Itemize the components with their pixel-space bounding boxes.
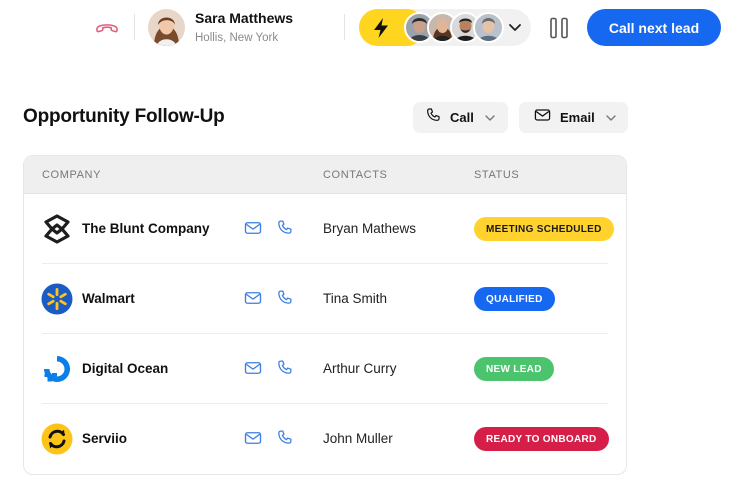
envelope-icon[interactable] xyxy=(244,290,262,311)
serviio-logo xyxy=(41,423,73,455)
agent-name: Sara Matthews xyxy=(195,10,294,26)
company-name[interactable]: Serviio xyxy=(82,431,127,446)
table-row[interactable]: Walmart Tina Smith QUALIFIED xyxy=(24,264,626,334)
divider xyxy=(134,14,135,40)
chevron-down-icon xyxy=(605,112,617,124)
page-title: Opportunity Follow-Up xyxy=(23,106,225,127)
table-row[interactable]: Serviio John Muller READY TO ONBOARD xyxy=(24,404,626,474)
phone-icon[interactable] xyxy=(276,359,293,381)
envelope-icon[interactable] xyxy=(244,430,262,451)
column-header-status[interactable]: STATUS xyxy=(474,169,519,181)
call-dropdown-button[interactable]: Call xyxy=(413,102,508,133)
walmart-logo xyxy=(41,283,73,315)
table-row[interactable]: Digital Ocean Arthur Curry NEW LEAD xyxy=(24,334,626,404)
phone-hangup-icon[interactable] xyxy=(94,17,120,37)
table-row[interactable]: The Blunt Company Bryan Mathews MEETING … xyxy=(24,194,626,264)
call-label: Call xyxy=(450,110,474,125)
company-name[interactable]: Walmart xyxy=(82,291,135,306)
phone-icon[interactable] xyxy=(276,289,293,311)
envelope-icon[interactable] xyxy=(244,220,262,241)
team-member-avatar[interactable] xyxy=(473,12,504,43)
opportunity-table: COMPANY CONTACTS STATUS The Blunt Compan… xyxy=(23,155,627,475)
company-name[interactable]: Digital Ocean xyxy=(82,361,168,376)
contact-name[interactable]: Bryan Mathews xyxy=(323,221,416,236)
pause-icon[interactable] xyxy=(547,16,571,40)
phone-icon xyxy=(425,107,441,128)
status-badge: NEW LEAD xyxy=(474,357,554,381)
phone-icon[interactable] xyxy=(276,219,293,241)
status-badge: MEETING SCHEDULED xyxy=(474,217,614,241)
digital-ocean-logo xyxy=(41,353,73,385)
chevron-down-icon[interactable] xyxy=(508,20,522,39)
email-dropdown-button[interactable]: Email xyxy=(519,102,628,133)
status-badge: READY TO ONBOARD xyxy=(474,427,609,451)
column-header-contacts[interactable]: CONTACTS xyxy=(323,169,387,181)
envelope-icon[interactable] xyxy=(244,360,262,381)
phone-icon[interactable] xyxy=(276,429,293,451)
company-name[interactable]: The Blunt Company xyxy=(82,221,210,236)
agent-location: Hollis, New York xyxy=(195,32,279,44)
contact-name[interactable]: Tina Smith xyxy=(323,291,387,306)
contact-name[interactable]: John Muller xyxy=(323,431,393,446)
chevron-down-icon xyxy=(484,112,496,124)
envelope-icon xyxy=(534,108,551,127)
column-header-company[interactable]: COMPANY xyxy=(42,169,101,181)
status-badge: QUALIFIED xyxy=(474,287,555,311)
email-label: Email xyxy=(560,110,595,125)
divider xyxy=(344,14,345,40)
agent-avatar[interactable] xyxy=(148,9,185,46)
call-next-lead-button[interactable]: Call next lead xyxy=(587,9,721,46)
contact-name[interactable]: Arthur Curry xyxy=(323,361,397,376)
team-selector[interactable] xyxy=(359,9,531,46)
table-header: COMPANY CONTACTS STATUS xyxy=(24,156,626,194)
blunt-company-logo xyxy=(41,213,73,245)
top-bar: Sara Matthews Hollis, New York Call next… xyxy=(0,0,730,56)
